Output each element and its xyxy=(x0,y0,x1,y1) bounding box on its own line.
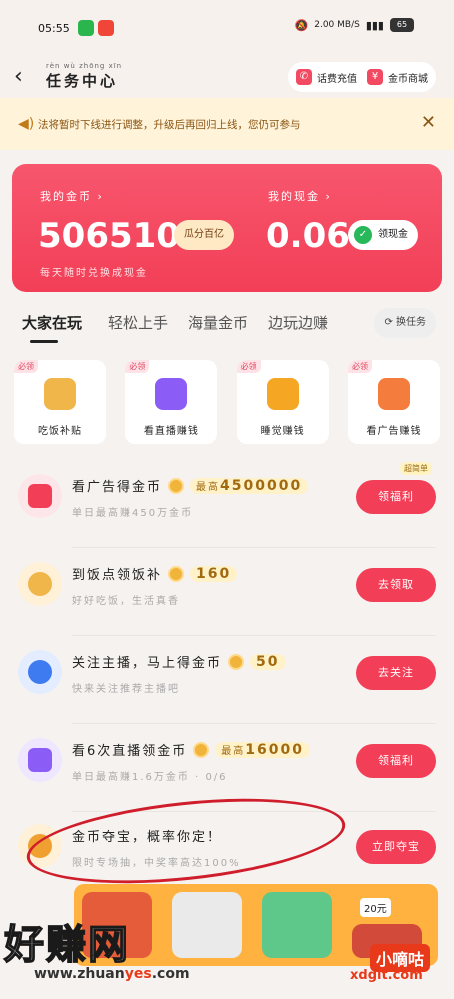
coin-icon xyxy=(168,565,185,582)
task-max-label: 最高 xyxy=(221,745,246,757)
go-follow-button[interactable]: 去关注 xyxy=(356,656,436,690)
header-buttons: ✆ 话费充值 ¥ 金币商城 xyxy=(288,62,436,92)
split-billions-button[interactable]: 瓜分百亿 xyxy=(174,220,234,250)
recharge-button[interactable]: ✆ 话费充值 xyxy=(296,69,357,85)
promo-product-phone[interactable] xyxy=(172,892,242,958)
easy-badge: 超简单 xyxy=(400,462,432,475)
task-title: 到饭点领饭补 xyxy=(72,568,163,583)
cash-balance: 0.06 xyxy=(266,216,350,256)
category-live-earn[interactable]: 必领 看直播赚钱 xyxy=(125,360,218,444)
coin-mall-button[interactable]: ¥ 金币商城 xyxy=(367,69,428,85)
wechat-pay-icon: ✓ xyxy=(354,226,372,244)
category-tag: 必领 xyxy=(236,360,261,373)
task-subtitle: 单日最高赚450万金币 xyxy=(72,508,194,519)
category-label: 吃饭补贴 xyxy=(38,426,82,437)
status-time: 05:55 xyxy=(38,22,70,35)
category-tag: 必领 xyxy=(125,360,150,373)
coin-balance: 506510 xyxy=(38,216,180,256)
sleep-icon xyxy=(266,378,299,410)
task-amount: 16000 xyxy=(245,741,304,758)
recharge-label: 话费充值 xyxy=(317,73,357,85)
swap-tasks-button[interactable]: ⟳ 换任务 xyxy=(374,308,436,338)
notice-text: 法将暂时下线进行调整，升级后再回归上线，您仍可参与 xyxy=(38,118,301,131)
task-amount: 4500000 xyxy=(220,477,303,494)
promo-product-voucher[interactable] xyxy=(262,892,332,958)
yen-icon: ¥ xyxy=(367,69,383,85)
phone-icon: ✆ xyxy=(296,69,312,85)
category-sleep-earn[interactable]: 必领 睡觉赚钱 xyxy=(236,360,329,444)
category-label: 看广告赚钱 xyxy=(366,426,422,437)
tab-popular[interactable]: 大家在玩 xyxy=(22,312,82,343)
task-title: 看广告得金币 xyxy=(72,480,163,495)
ad-icon xyxy=(18,474,62,518)
snatch-treasure-button[interactable]: 立即夺宝 xyxy=(356,830,436,864)
claim-welfare-button[interactable]: 领福利 xyxy=(356,744,436,778)
coin-icon xyxy=(193,741,210,758)
page-title: 任务中心 xyxy=(46,72,119,90)
category-meal-subsidy[interactable]: 必领 吃饭补贴 xyxy=(14,360,106,444)
live-tv-icon xyxy=(155,378,188,410)
tab-mass-coins[interactable]: 海量金币 xyxy=(188,312,248,333)
category-label: 睡觉赚钱 xyxy=(260,426,305,437)
category-ad-earn[interactable]: 必领 看广告赚钱 xyxy=(347,360,440,444)
network-speed: 2.00 MB/S xyxy=(314,20,360,30)
status-bar: 05:55 🔕 2.00 MB/S ▮▮▮ 65 xyxy=(0,0,454,56)
watermark-side-url: xdglt.com xyxy=(350,968,423,983)
notice-bar: ◀) 法将暂时下线进行调整，升级后再回归上线，您仍可参与 ✕ xyxy=(0,98,454,150)
wechat-icon xyxy=(78,20,94,36)
task-tabs: 大家在玩 轻松上手 海量金币 边玩边赚 ⟳ 换任务 xyxy=(22,308,442,352)
video-camera-icon xyxy=(18,738,62,782)
coin-mall-label: 金币商城 xyxy=(388,73,428,85)
category-label: 看直播赚钱 xyxy=(143,426,199,437)
task-title: 关注主播，马上得金币 xyxy=(72,656,223,671)
coins-label[interactable]: 我的金币 › xyxy=(40,188,104,204)
tab-easy[interactable]: 轻松上手 xyxy=(108,312,168,333)
meal-icon xyxy=(18,562,62,606)
food-bowl-icon xyxy=(44,378,76,410)
back-chevron-icon[interactable]: ‹ xyxy=(14,64,23,89)
user-follow-icon xyxy=(18,650,62,694)
cash-label[interactable]: 我的现金 › xyxy=(268,188,332,204)
wallet-note: 每天随时兑换成现金 xyxy=(40,268,148,279)
swap-tasks-label: 换任务 xyxy=(396,317,426,328)
page-header: ‹ rèn wù zhōng xīn 任务中心 ✆ 话费充值 ¥ 金币商城 xyxy=(0,56,454,98)
task-row-follow: 关注主播，马上得金币 50 快来关注推荐主播吧 去关注 xyxy=(0,636,454,724)
coin-icon xyxy=(228,653,245,670)
task-row-meal: 到饭点领饭补 160 好好吃饭，生活真香 去领取 xyxy=(0,548,454,636)
wallet-card: 我的金币 › 506510 瓜分百亿 我的现金 › 0.06 ✓ 领现金 每天随… xyxy=(12,164,442,292)
task-subtitle: 好好吃饭，生活真香 xyxy=(72,596,180,607)
task-subtitle: 快来关注推荐主播吧 xyxy=(72,684,180,695)
mute-icon: 🔕 xyxy=(294,18,309,32)
category-tag: 必领 xyxy=(347,360,372,373)
close-icon[interactable]: ✕ xyxy=(421,112,436,133)
signal-icon: ▮▮▮ xyxy=(365,18,384,32)
app-notification-icon xyxy=(98,20,114,36)
task-subtitle: 单日最高赚1.6万金币 · 0/6 xyxy=(72,772,228,783)
speaker-icon: ◀) xyxy=(18,116,35,132)
task-row-ads: 看广告得金币 最高4500000 单日最高赚450万金币 超简单 领福利 xyxy=(0,460,454,548)
ad-tv-icon xyxy=(377,378,410,410)
category-tag: 必领 xyxy=(14,360,38,373)
title-pinyin: rèn wù zhōng xīn xyxy=(46,62,123,70)
claim-welfare-button[interactable]: 领福利 xyxy=(356,480,436,514)
category-grid: 必领 吃饭补贴 必领 看直播赚钱 必领 睡觉赚钱 必领 看广告赚钱 xyxy=(14,360,440,444)
voucher-value: 20元 xyxy=(360,898,391,917)
withdraw-cash-label: 领现金 xyxy=(378,229,408,240)
task-max-label: 最高 xyxy=(196,481,221,493)
battery-icon: 65 xyxy=(390,18,414,32)
task-amount: 160 xyxy=(196,565,232,582)
tab-play-earn[interactable]: 边玩边赚 xyxy=(268,312,328,333)
task-amount: 50 xyxy=(256,653,280,670)
watermark-logo: 好赚网 xyxy=(3,921,130,969)
watermark-url: www.zhuanyes.com xyxy=(34,966,190,982)
task-title: 看6次直播领金币 xyxy=(72,744,188,759)
coin-icon xyxy=(168,477,185,494)
go-claim-button[interactable]: 去领取 xyxy=(356,568,436,602)
withdraw-cash-button[interactable]: ✓ 领现金 xyxy=(348,220,418,250)
